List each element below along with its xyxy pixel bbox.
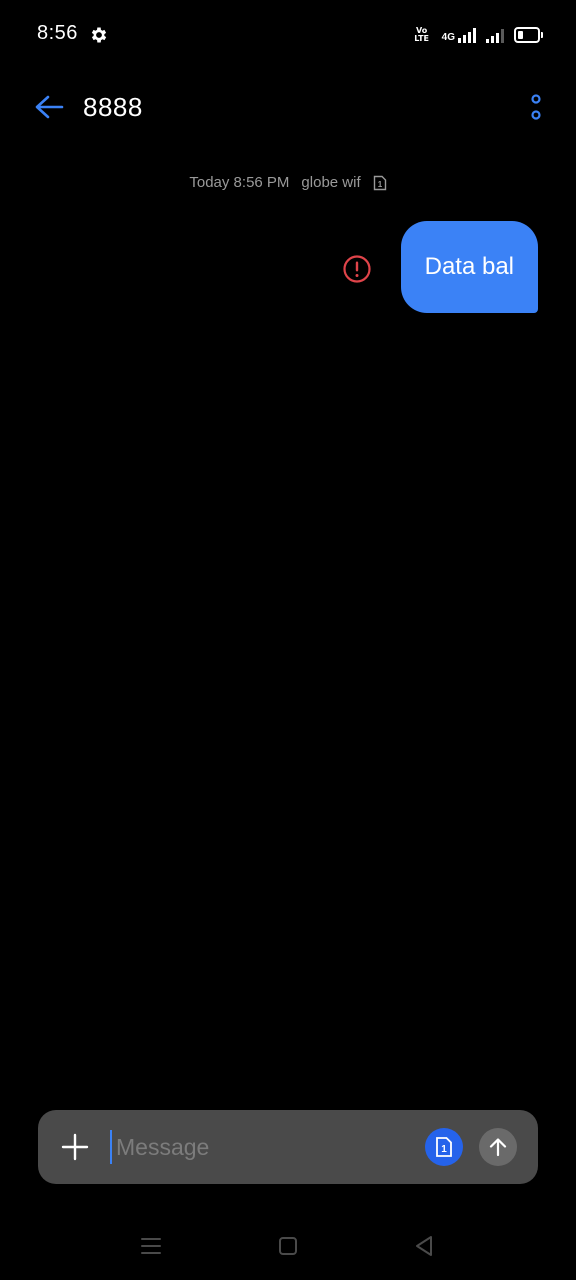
plus-icon[interactable] xyxy=(60,1132,90,1162)
signal-bars-icon xyxy=(486,27,504,43)
status-bar: 8:56 Vo LTE 4G xyxy=(0,0,576,70)
volte-indicator: Vo LTE xyxy=(412,27,432,43)
message-input[interactable] xyxy=(110,1130,410,1164)
signal-bars-icon xyxy=(458,27,476,43)
outgoing-message-bubble[interactable]: Data bal xyxy=(400,221,538,313)
message-sim-name: globe wif xyxy=(301,174,361,191)
more-vertical-icon[interactable] xyxy=(524,91,548,125)
svg-text:1: 1 xyxy=(441,1144,447,1155)
message-timestamp: Today 8:56 PM xyxy=(189,174,290,191)
send-button[interactable] xyxy=(479,1128,517,1166)
conversation-title: 8888 xyxy=(83,92,143,122)
volte-bottom-label: LTE xyxy=(414,34,429,43)
network-type-label: 4G xyxy=(441,32,455,43)
sim-card-icon: 1 xyxy=(436,1137,452,1157)
app-bar: 8888 xyxy=(0,75,576,141)
signal-sim1: 4G xyxy=(442,27,476,43)
arrow-left-icon[interactable] xyxy=(26,89,70,125)
send-failed-icon[interactable] xyxy=(342,254,372,284)
sim-select-button[interactable]: 1 xyxy=(425,1128,463,1166)
menu-icon[interactable] xyxy=(137,1232,165,1260)
sim-card-icon: 1 xyxy=(373,175,386,190)
status-time: 8:56 xyxy=(37,22,78,44)
system-nav-bar xyxy=(0,1216,576,1276)
triangle-back-icon[interactable] xyxy=(410,1232,438,1260)
svg-text:1: 1 xyxy=(377,180,382,189)
arrow-up-icon xyxy=(489,1138,507,1157)
message-meta: Today 8:56 PM globe wif 1 xyxy=(0,174,576,191)
message-composer: 1 xyxy=(38,1110,538,1184)
status-indicators: Vo LTE 4G xyxy=(412,24,543,46)
battery-icon xyxy=(514,27,543,43)
square-icon[interactable] xyxy=(274,1232,302,1260)
message-text: Data bal xyxy=(424,253,514,280)
gear-icon xyxy=(91,27,107,43)
